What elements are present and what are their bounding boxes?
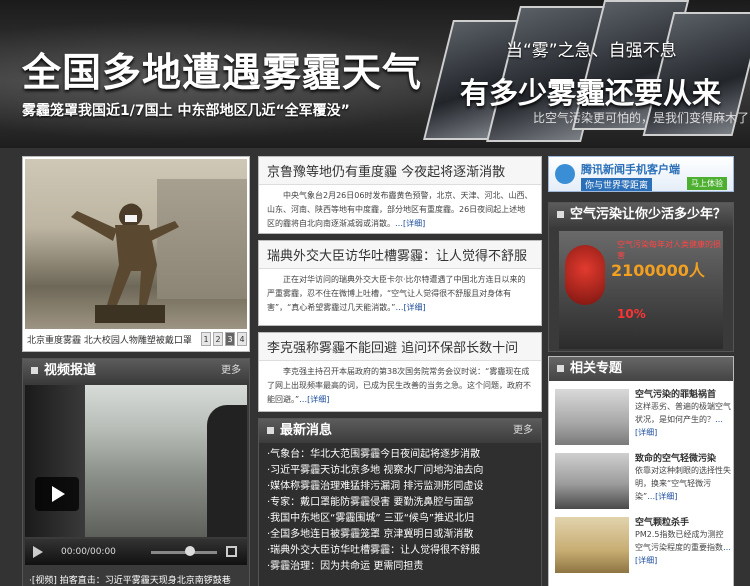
related-item: 致命的空气轻微污染 依靠对这种刺眼的选择性失明，换来“空气轻微污染”…[详细] — [555, 451, 731, 513]
play-icon[interactable] — [33, 546, 43, 558]
banner-main-title: 全国多地遭遇雾霾天气 — [22, 51, 423, 96]
pager-item-active[interactable]: 3 — [225, 332, 235, 346]
video-caption-link[interactable]: ·[视频] 拍客直击：习近平雾霾天现身北京南锣鼓巷 — [29, 573, 231, 586]
news-summary: 正在对华访问的瑞典外交大臣卡尔·比尔特遭遇了中国北方连日以来的严重雾霾，忍不住在… — [259, 269, 541, 315]
related-thumbnail[interactable] — [555, 453, 629, 509]
latest-more-link[interactable]: 更多 — [513, 419, 533, 443]
related-item: 空气颗粒杀手 PM2.5指数已经成为测控空气污染程度的重要指数…[详细] — [555, 515, 731, 577]
square-bullet-icon — [557, 211, 564, 218]
news-summary: 李克强主持召开本届政府的第38次国务院常务会议时说：“雾霾现在成了网上出现频率最… — [259, 361, 541, 407]
latest-news-item[interactable]: ·气象台：华北大范围雾霾今日夜间起将逐步消散 — [267, 447, 541, 463]
related-item-desc: 这样恶劣、普遍的极端空气状况，是如何产生的？…[详细] — [635, 400, 731, 439]
video-player-screen[interactable] — [25, 385, 247, 537]
slider-caption[interactable]: 北京重度雾霾 北大校园人物雕塑被戴口罩 — [27, 333, 192, 346]
detail-link[interactable]: …[详细] — [395, 303, 425, 312]
page: 全国多地遭遇雾霾天气 雾霾笼罩我国近1/7国土 中东部地区几近“全军覆没” 当“… — [0, 0, 750, 586]
detail-link[interactable]: …[详细] — [647, 492, 677, 501]
detail-link[interactable]: …[详细] — [395, 219, 425, 228]
related-topics-box: 相关专题 空气污染的罪魁祸首 这样恶劣、普遍的极端空气状况，是如何产生的？…[详… — [548, 356, 734, 586]
tencent-news-logo-icon — [555, 164, 575, 184]
slider-photo[interactable] — [25, 159, 247, 329]
video-frame-person — [207, 405, 247, 537]
video-more-link[interactable]: 更多 — [221, 359, 241, 383]
statue-image — [71, 203, 179, 323]
poll-infographic[interactable]: 空气污染每年对人类健康的损害 2100000人 10% — [559, 231, 723, 349]
poll-header: 空气污染让你少活多少年？ — [549, 203, 733, 227]
detail-link[interactable]: …[详细] — [299, 395, 329, 404]
news-card: 李克强称雾霾不能回避 追问环保部长数十问 李克强主持召开本届政府的第38次国务院… — [258, 332, 542, 412]
fullscreen-icon[interactable] — [226, 546, 237, 557]
slider-pager: 1 2 3 4 — [201, 332, 247, 346]
app-download-button[interactable]: 马上体验 — [687, 177, 727, 190]
volume-knob[interactable] — [185, 546, 195, 556]
video-frame-shadow — [25, 385, 85, 537]
news-summary: 中央气象台2月26日06时发布霾黄色预警，北京、天津、河北、山西、山东、河南、陕… — [259, 185, 541, 231]
latest-news-box: 最新消息 更多 ·气象台：华北大范围雾霾今日夜间起将逐步消散 ·习近平雾霾天访北… — [258, 418, 542, 586]
latest-news-header: 最新消息 更多 — [259, 419, 541, 443]
square-bullet-icon — [267, 427, 274, 434]
video-time: 00:00/00:00 — [61, 547, 116, 557]
pager-item[interactable]: 1 — [201, 332, 211, 346]
news-title[interactable]: 瑞典外交大臣访华吐槽雾霾：让人觉得不舒服 — [259, 241, 541, 269]
latest-news-list: ·气象台：华北大范围雾霾今日夜间起将逐步消散 ·习近平雾霾天访北京多地 视察水厂… — [259, 443, 541, 575]
latest-news-item[interactable]: ·雾霾治理：因为共命运 更需同担责 — [267, 559, 541, 575]
related-title: 相关专题 — [570, 361, 623, 376]
app-download-ad[interactable]: 腾讯新闻手机客户端 你与世界零距离 马上体验 — [548, 156, 734, 192]
poll-percent: 10% — [617, 307, 646, 321]
banner-slogan-1: 当“雾”之急、自强不息 — [506, 41, 677, 61]
pollution-poll-box: 空气污染让你少活多少年？ 空气污染每年对人类健康的损害 2100000人 10% — [548, 202, 734, 352]
banner-slogan-3: 比空气污染更可怕的，是我们变得麻木了 — [533, 111, 750, 125]
photo-slider: 北京重度雾霾 北大校园人物雕塑被戴口罩 1 2 3 4 — [22, 156, 250, 352]
news-title[interactable]: 京鲁豫等地仍有重度霾 今夜起将逐渐消散 — [259, 157, 541, 185]
related-header: 相关专题 — [549, 357, 733, 381]
latest-news-item[interactable]: ·习近平雾霾天访北京多地 视察水厂问地沟油去向 — [267, 463, 541, 479]
related-thumbnail[interactable] — [555, 389, 629, 445]
latest-news-item[interactable]: ·专家：戴口罩能防雾霾侵害 要勤洗鼻腔与面部 — [267, 495, 541, 511]
video-report-box: 视频报道 更多 00:00/00:00 ·[视频] 拍客直击：习近平雾霾天现身北… — [22, 358, 250, 586]
banner-sub-title: 雾霾笼罩我国近1/7国土 中东部地区几近“全军覆没” — [22, 103, 350, 119]
app-ad-title: 腾讯新闻手机客户端 — [581, 163, 680, 176]
latest-news-item[interactable]: ·我国中东地区“雾霾围城” 三亚“候鸟”推迟北归 — [267, 511, 541, 527]
app-ad-tagline: 你与世界零距离 — [581, 178, 653, 191]
pager-item[interactable]: 4 — [237, 332, 247, 346]
latest-news-item[interactable]: ·媒体称雾霾治理难猛排污漏洞 排污监测形同虚设 — [267, 479, 541, 495]
related-item-desc-text: PM2.5指数已经成为测控空气污染程度的重要指数 — [635, 530, 724, 552]
video-box-title: 视频报道 — [44, 363, 97, 378]
related-item-desc: PM2.5指数已经成为测控空气污染程度的重要指数…[详细] — [635, 528, 731, 567]
video-box-header: 视频报道 更多 — [23, 359, 249, 383]
related-item-title[interactable]: 致命的空气轻微污染 — [635, 451, 716, 464]
banner-slogan-2: 有多少雾霾还要从来 — [460, 76, 722, 110]
news-title[interactable]: 李克强称雾霾不能回避 追问环保部长数十问 — [259, 333, 541, 361]
banner: 全国多地遭遇雾霾天气 雾霾笼罩我国近1/7国土 中东部地区几近“全军覆没” 当“… — [0, 0, 750, 148]
poll-big-number: 2100000人 — [611, 261, 705, 280]
news-card: 京鲁豫等地仍有重度霾 今夜起将逐渐消散 中央气象台2月26日06时发布霾黄色预警… — [258, 156, 542, 234]
volume-slider[interactable] — [151, 551, 217, 554]
latest-news-item[interactable]: ·全国多地连日被雾霾笼罩 京津冀明日或渐消散 — [267, 527, 541, 543]
latest-news-item[interactable]: ·瑞典外交大臣访华吐槽雾霾：让人觉得很不舒服 — [267, 543, 541, 559]
play-overlay-icon[interactable] — [35, 477, 79, 511]
related-thumbnail[interactable] — [555, 517, 629, 573]
news-card: 瑞典外交大臣访华吐槽雾霾：让人觉得不舒服 正在对华访问的瑞典外交大臣卡尔·比尔特… — [258, 240, 542, 326]
poll-title[interactable]: 空气污染让你少活多少年？ — [570, 207, 726, 222]
latest-news-title: 最新消息 — [280, 423, 333, 438]
video-controls: 00:00/00:00 — [25, 539, 247, 565]
related-item: 空气污染的罪魁祸首 这样恶劣、普遍的极端空气状况，是如何产生的？…[详细] — [555, 387, 731, 449]
pager-item[interactable]: 2 — [213, 332, 223, 346]
left-column: 北京重度雾霾 北大校园人物雕塑被戴口罩 1 2 3 4 视频报道 更多 00:0… — [22, 156, 250, 586]
related-item-title[interactable]: 空气颗粒杀手 — [635, 515, 689, 528]
lungs-icon — [565, 245, 605, 305]
related-item-title[interactable]: 空气污染的罪魁祸首 — [635, 387, 716, 400]
square-bullet-icon — [31, 367, 38, 374]
square-bullet-icon — [557, 365, 564, 372]
related-item-desc: 依靠对这种刺眼的选择性失明，换来“空气轻微污染”…[详细] — [635, 464, 731, 503]
